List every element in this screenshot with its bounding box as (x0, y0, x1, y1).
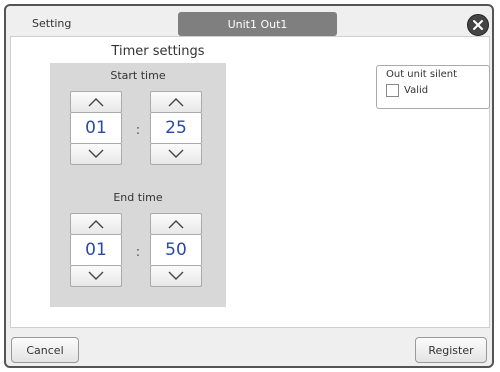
end-hour-up-button[interactable] (70, 213, 122, 235)
out-unit-silent-group: Out unit silent Valid (376, 65, 490, 109)
start-hour-down-button[interactable] (70, 143, 122, 165)
valid-checkbox-label[interactable]: Valid (404, 85, 428, 96)
timer-settings-title: Timer settings (111, 44, 205, 59)
chevron-up-icon (168, 98, 184, 107)
start-minute-spinner: 25 (150, 91, 202, 165)
end-hour-down-button[interactable] (70, 265, 122, 287)
end-minute-down-button[interactable] (150, 265, 202, 287)
chevron-down-icon (168, 149, 184, 158)
start-minute-up-button[interactable] (150, 91, 202, 113)
end-minute-value[interactable]: 50 (150, 235, 202, 265)
end-time-label: End time (113, 191, 163, 204)
chevron-up-icon (88, 220, 104, 229)
dialog-header: Setting Unit1 Out1 (10, 10, 490, 38)
start-minute-value[interactable]: 25 (150, 113, 202, 143)
end-minute-spinner: 50 (150, 213, 202, 287)
end-hour-spinner: 01 (70, 213, 122, 287)
unit-title-tab: Unit1 Out1 (178, 12, 337, 36)
end-minute-up-button[interactable] (150, 213, 202, 235)
start-time-separator: : (135, 123, 141, 138)
close-button[interactable] (467, 14, 489, 36)
close-icon (473, 20, 483, 30)
out-unit-silent-label: Out unit silent (386, 69, 458, 80)
start-hour-up-button[interactable] (70, 91, 122, 113)
valid-checkbox[interactable] (386, 84, 399, 97)
setting-label: Setting (32, 17, 72, 30)
chevron-down-icon (168, 271, 184, 280)
end-time-separator: : (135, 245, 141, 260)
start-hour-spinner: 01 (70, 91, 122, 165)
start-time-label: Start time (110, 69, 166, 82)
timer-panel: Start time 01 : 25 End time 01: 50 (50, 63, 226, 307)
end-hour-value[interactable]: 01 (70, 235, 122, 265)
valid-checkbox-row[interactable]: Valid (386, 84, 428, 97)
chevron-down-icon (88, 149, 104, 158)
register-button[interactable]: Register (415, 337, 487, 363)
cancel-button[interactable]: Cancel (11, 337, 79, 363)
chevron-up-icon (88, 98, 104, 107)
start-hour-value[interactable]: 01 (70, 113, 122, 143)
dialog-content: Timer settings Start time 01 : 25 End ti… (10, 36, 490, 328)
start-minute-down-button[interactable] (150, 143, 202, 165)
chevron-up-icon (168, 220, 184, 229)
chevron-down-icon (88, 271, 104, 280)
